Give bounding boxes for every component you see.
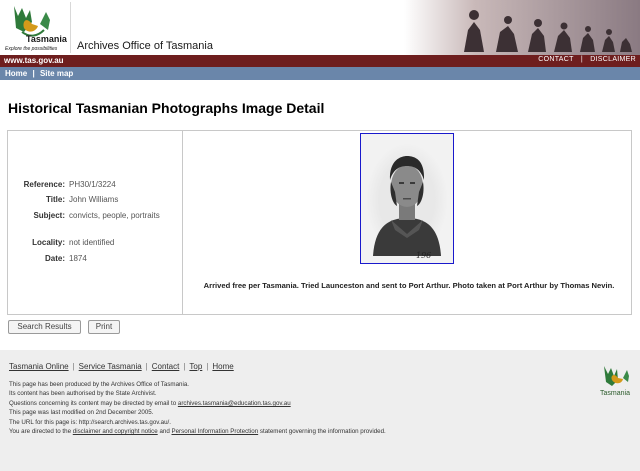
footer-link-home[interactable]: Home xyxy=(212,362,233,371)
nav-bar: Home | Site map xyxy=(0,67,640,80)
footer-text: This page has been produced by the Archi… xyxy=(9,380,569,436)
footer-line: This page has been produced by the Archi… xyxy=(9,381,190,388)
footer-line-prefix: Questions concerning its content may be … xyxy=(9,399,178,407)
footer-line: This page was last modified on 2nd Decem… xyxy=(9,409,154,417)
field-value: 1874 xyxy=(69,254,87,263)
footer-tasmania-logo[interactable]: Tasmania xyxy=(596,360,634,400)
field-label: Date: xyxy=(44,254,65,263)
header-divider xyxy=(70,2,71,53)
home-link[interactable]: Home xyxy=(5,69,27,78)
footer-links: Tasmania Online | Service Tasmania | Contact… xyxy=(9,362,234,371)
disclaimer-copyright-link[interactable]: disclaimer and copyright notice xyxy=(73,428,158,435)
footer-link-tasmania-online[interactable]: Tasmania Online xyxy=(9,362,69,371)
footer-line-mid: and xyxy=(157,428,172,436)
nav-links: Home | Site map xyxy=(5,69,73,78)
site-url-link[interactable]: www.tas.gov.au xyxy=(4,56,64,65)
footer-line: The URL for this page is: http://search.… xyxy=(9,418,171,426)
portrait-photo[interactable]: 196 xyxy=(360,133,454,264)
tasmania-logo[interactable]: Tasmania Explore the possibilities xyxy=(2,2,68,52)
footer-link-service-tasmania[interactable]: Service Tasmania xyxy=(79,362,142,371)
field-label: Reference: xyxy=(23,180,65,189)
print-button[interactable]: Print xyxy=(88,320,120,334)
page-title: Historical Tasmanian Photographs Image D… xyxy=(8,100,325,116)
field-label: Subject: xyxy=(33,211,65,220)
field-value: PH30/1/3224 xyxy=(69,180,116,189)
image-detail-table: Reference: PH30/1/3224 Title: John Willi… xyxy=(7,130,632,315)
logo-tagline-text: Explore the possibilities xyxy=(5,46,58,52)
nav-separator: | xyxy=(32,69,35,78)
logo-brand-text: Tasmania xyxy=(26,34,68,44)
field-value: not identified xyxy=(69,238,115,247)
footer-line: Questions concerning its content may be … xyxy=(9,399,569,408)
sitemap-link[interactable]: Site map xyxy=(40,69,73,78)
footer-link-top[interactable]: Top xyxy=(189,362,202,371)
field-value: John Williams xyxy=(69,195,119,204)
footer-separator: | xyxy=(145,362,148,371)
photo-number: 196 xyxy=(416,251,431,260)
site-footer: Tasmania Online | Service Tasmania | Contact… xyxy=(0,350,640,471)
top-links: CONTACT | DISCLAIMER xyxy=(538,56,636,63)
header-banner-image xyxy=(404,0,640,55)
agency-name: Archives Office of Tasmania xyxy=(77,40,213,52)
footer-line-prefix: You are directed to the xyxy=(9,428,73,436)
archives-email-link[interactable]: archives.tasmania@education.tas.gov.au xyxy=(178,400,291,407)
top-links-separator: | xyxy=(580,56,583,63)
search-results-button[interactable]: Search Results xyxy=(8,320,81,334)
photo-caption: Arrived free per Tasmania. Tried Launces… xyxy=(203,281,615,290)
contact-link[interactable]: CONTACT xyxy=(538,56,573,63)
footer-separator: | xyxy=(183,362,186,371)
disclaimer-link[interactable]: DISCLAIMER xyxy=(590,56,636,63)
footer-line: Its content has been authorised by the S… xyxy=(9,390,157,398)
footer-line: You are directed to the disclaimer and c… xyxy=(9,427,569,436)
footer-link-contact[interactable]: Contact xyxy=(152,362,180,371)
metadata-cell: Reference: PH30/1/3224 Title: John Willi… xyxy=(8,131,183,314)
field-label: Title: xyxy=(46,195,65,204)
footer-separator: | xyxy=(72,362,75,371)
footer-separator: | xyxy=(206,362,209,371)
field-value: convicts, people, portraits xyxy=(69,211,160,220)
site-header: Tasmania Explore the possibilities Archi… xyxy=(0,0,640,55)
footer-logo-label: Tasmania xyxy=(600,390,630,397)
personal-information-protection-link[interactable]: Personal Information Protection xyxy=(171,428,258,435)
footer-line-suffix: statement governing the information prov… xyxy=(258,428,386,436)
top-bar: www.tas.gov.au CONTACT | DISCLAIMER xyxy=(0,55,640,67)
field-label: Locality: xyxy=(32,238,65,247)
